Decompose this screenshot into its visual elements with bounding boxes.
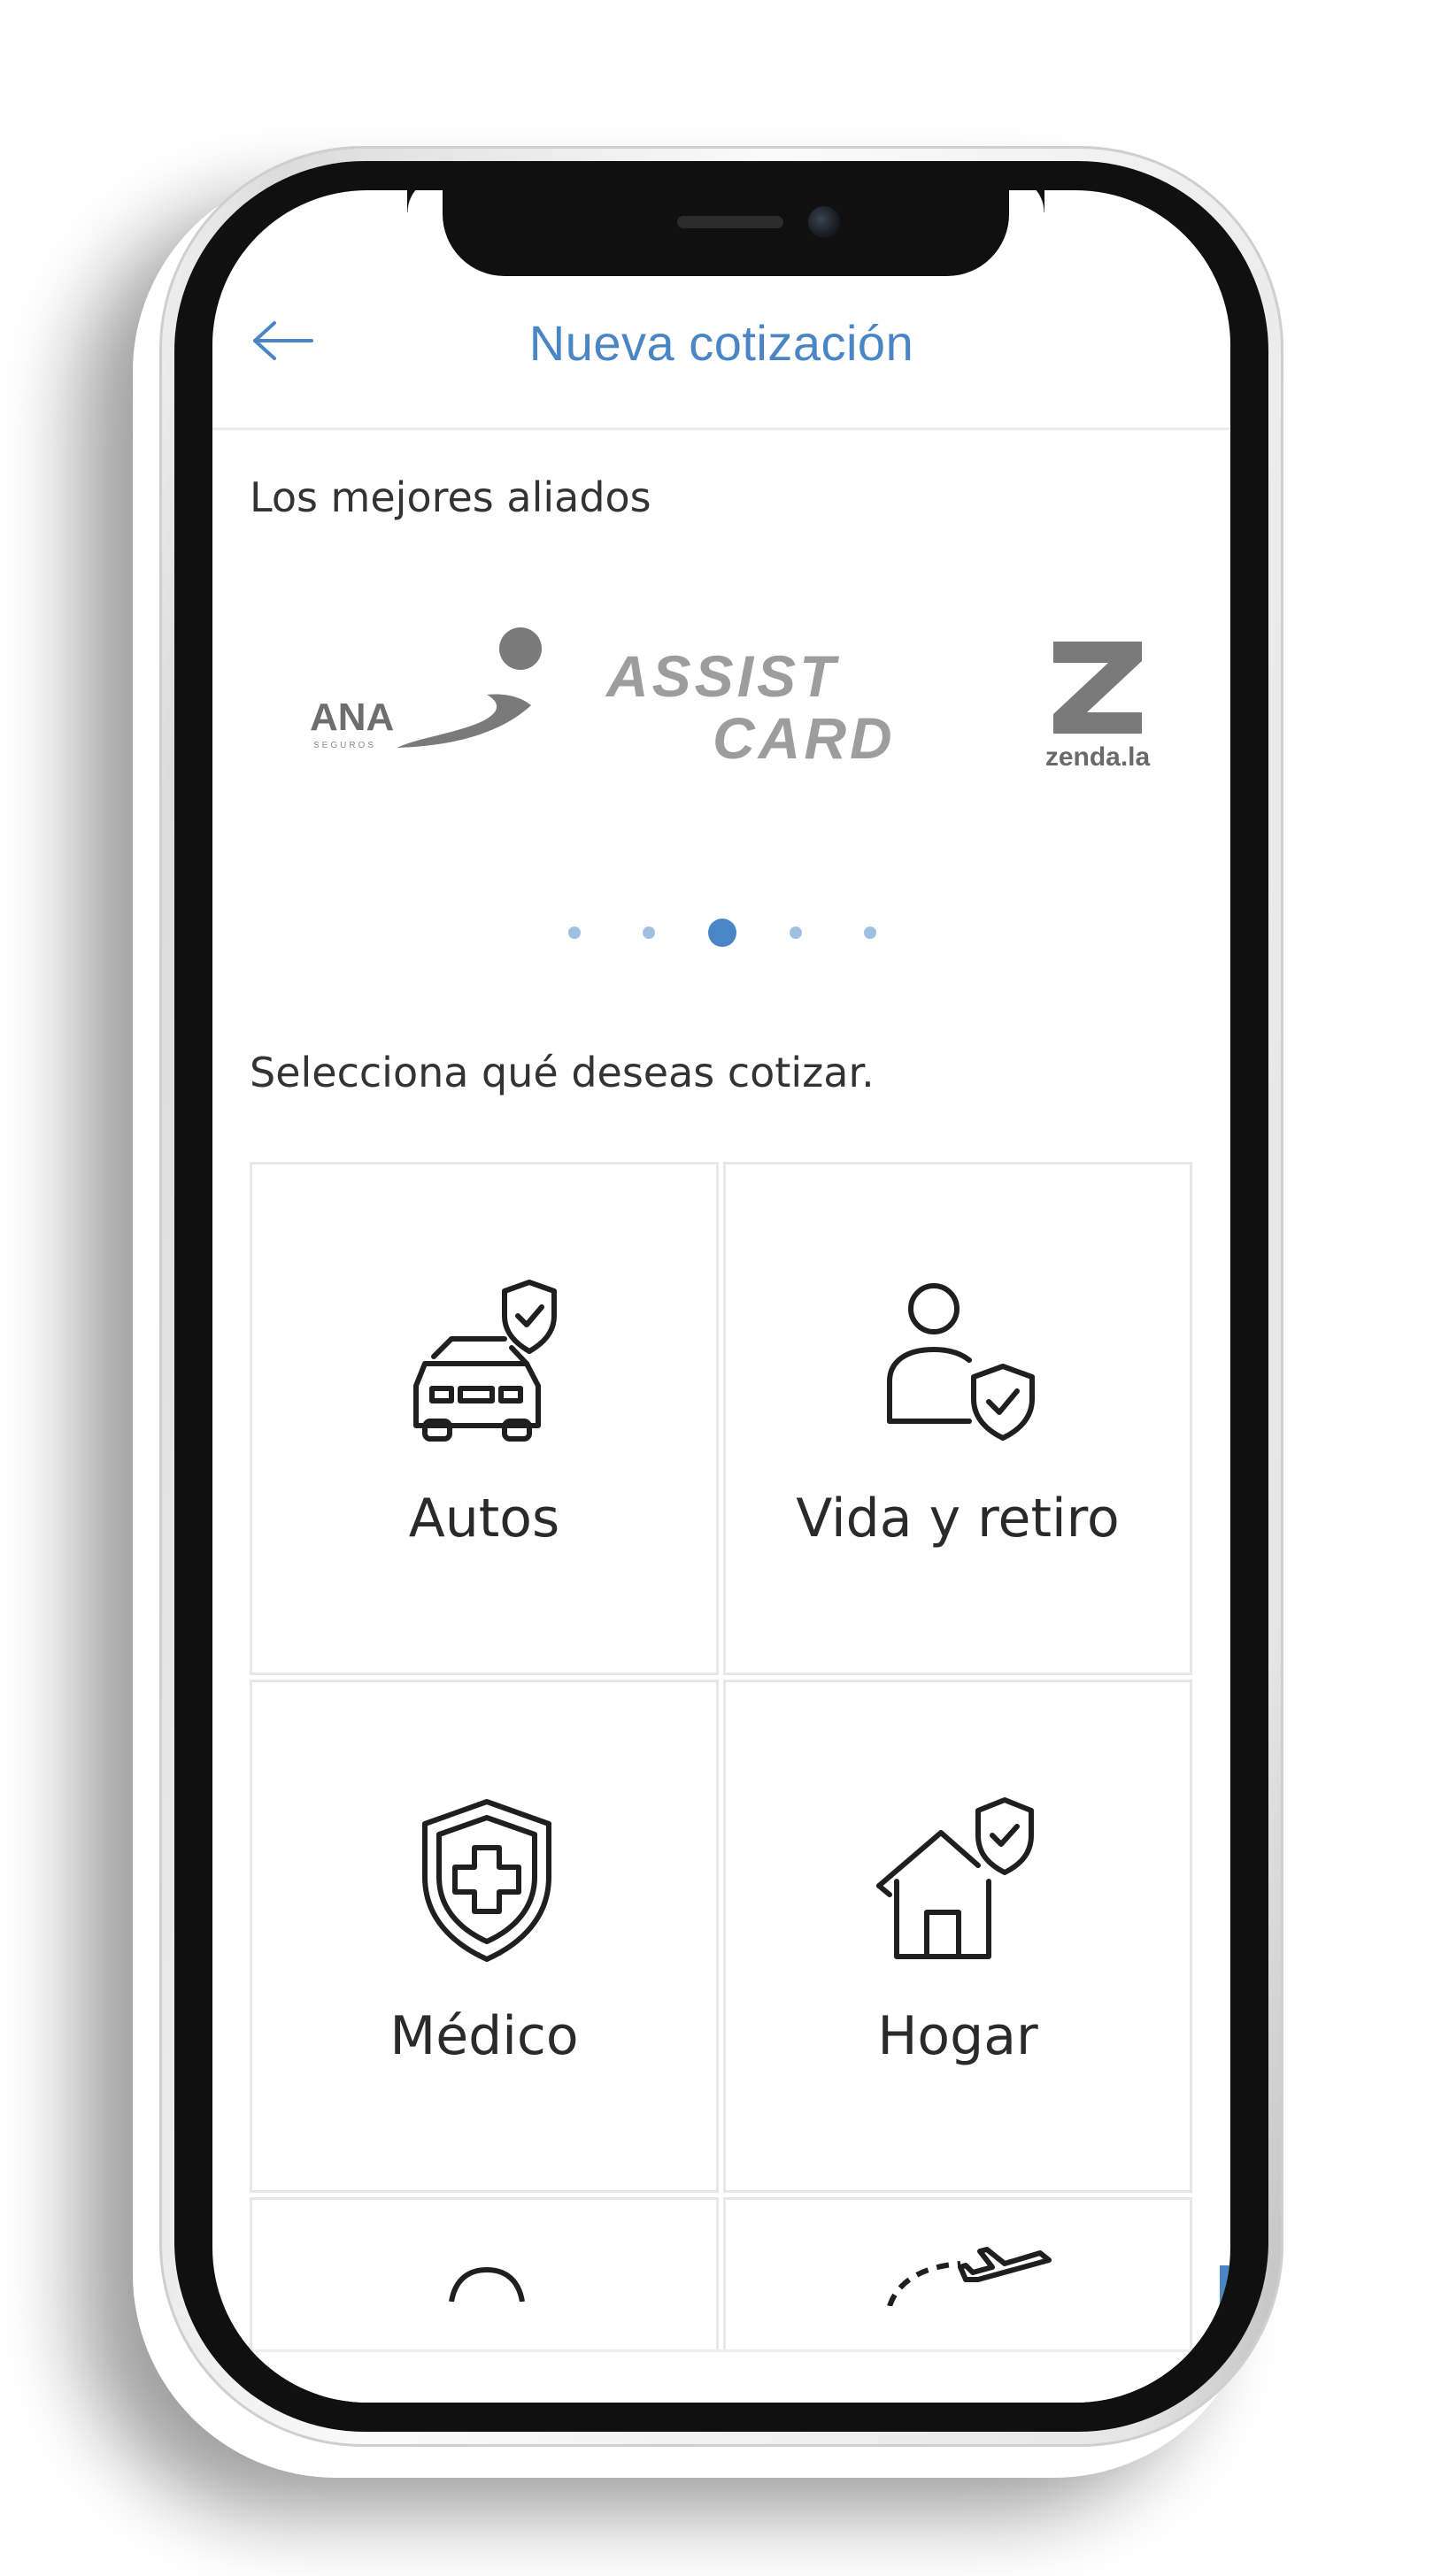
pagination-dot[interactable]: [568, 927, 581, 939]
svg-text:ASSIST: ASSIST: [605, 643, 839, 709]
partial-option-icon: [449, 2266, 525, 2302]
pagination-dot[interactable]: [864, 927, 876, 939]
pagination-dot-active[interactable]: [708, 919, 736, 947]
zenda-logo-text: zenda.la: [1045, 742, 1151, 772]
pagination-dot[interactable]: [643, 927, 655, 939]
car-shield-icon: [413, 1280, 557, 1442]
person-shield-icon: [887, 1283, 1035, 1441]
option-hogar[interactable]: Hogar: [723, 1680, 1192, 2193]
svg-text:CARD: CARD: [713, 705, 896, 771]
option-label: Vida y retiro: [796, 1488, 1120, 1549]
partners-carousel[interactable]: ANA SEGUROS ASSIST CARD zenda.la: [248, 597, 1204, 810]
option-label: Autos: [408, 1488, 560, 1549]
android-nav-bar: [212, 2349, 1230, 2403]
option-vida-y-retiro[interactable]: Vida y retiro: [723, 1162, 1192, 1675]
medical-shield-icon: [422, 1799, 551, 1962]
option-label: Médico: [389, 2005, 579, 2067]
speaker-grille: [677, 216, 783, 228]
house-shield-icon: [876, 1797, 1034, 1959]
zenda-logo: zenda.la: [1045, 642, 1151, 772]
option-autos[interactable]: Autos: [250, 1162, 719, 1675]
partners-label: Los mejores aliados: [250, 473, 651, 521]
option-medico[interactable]: Médico: [250, 1680, 719, 2193]
phone-screen: Nueva cotización Los mejores aliados ANA…: [212, 190, 1230, 2403]
carousel-pagination: [212, 916, 1230, 951]
ana-logo-sub: SEGUROS: [313, 741, 376, 750]
page-title: Nueva cotización: [528, 315, 914, 371]
option-label: Hogar: [877, 2005, 1038, 2067]
ana-logo: ANA SEGUROS: [310, 627, 542, 750]
stage: Nueva cotización Los mejores aliados ANA…: [0, 0, 1449, 2576]
airplane-icon: [887, 2247, 1052, 2306]
front-camera: [808, 206, 840, 238]
quote-label: Selecciona qué deseas cotizar.: [250, 1049, 875, 1096]
quote-options-grid: Autos Vida y retiro Médico Hogar: [250, 1162, 1197, 2403]
ana-logo-text: ANA: [310, 696, 394, 739]
assist-card-logo: ASSIST CARD: [605, 643, 896, 771]
pagination-dot[interactable]: [790, 927, 802, 939]
